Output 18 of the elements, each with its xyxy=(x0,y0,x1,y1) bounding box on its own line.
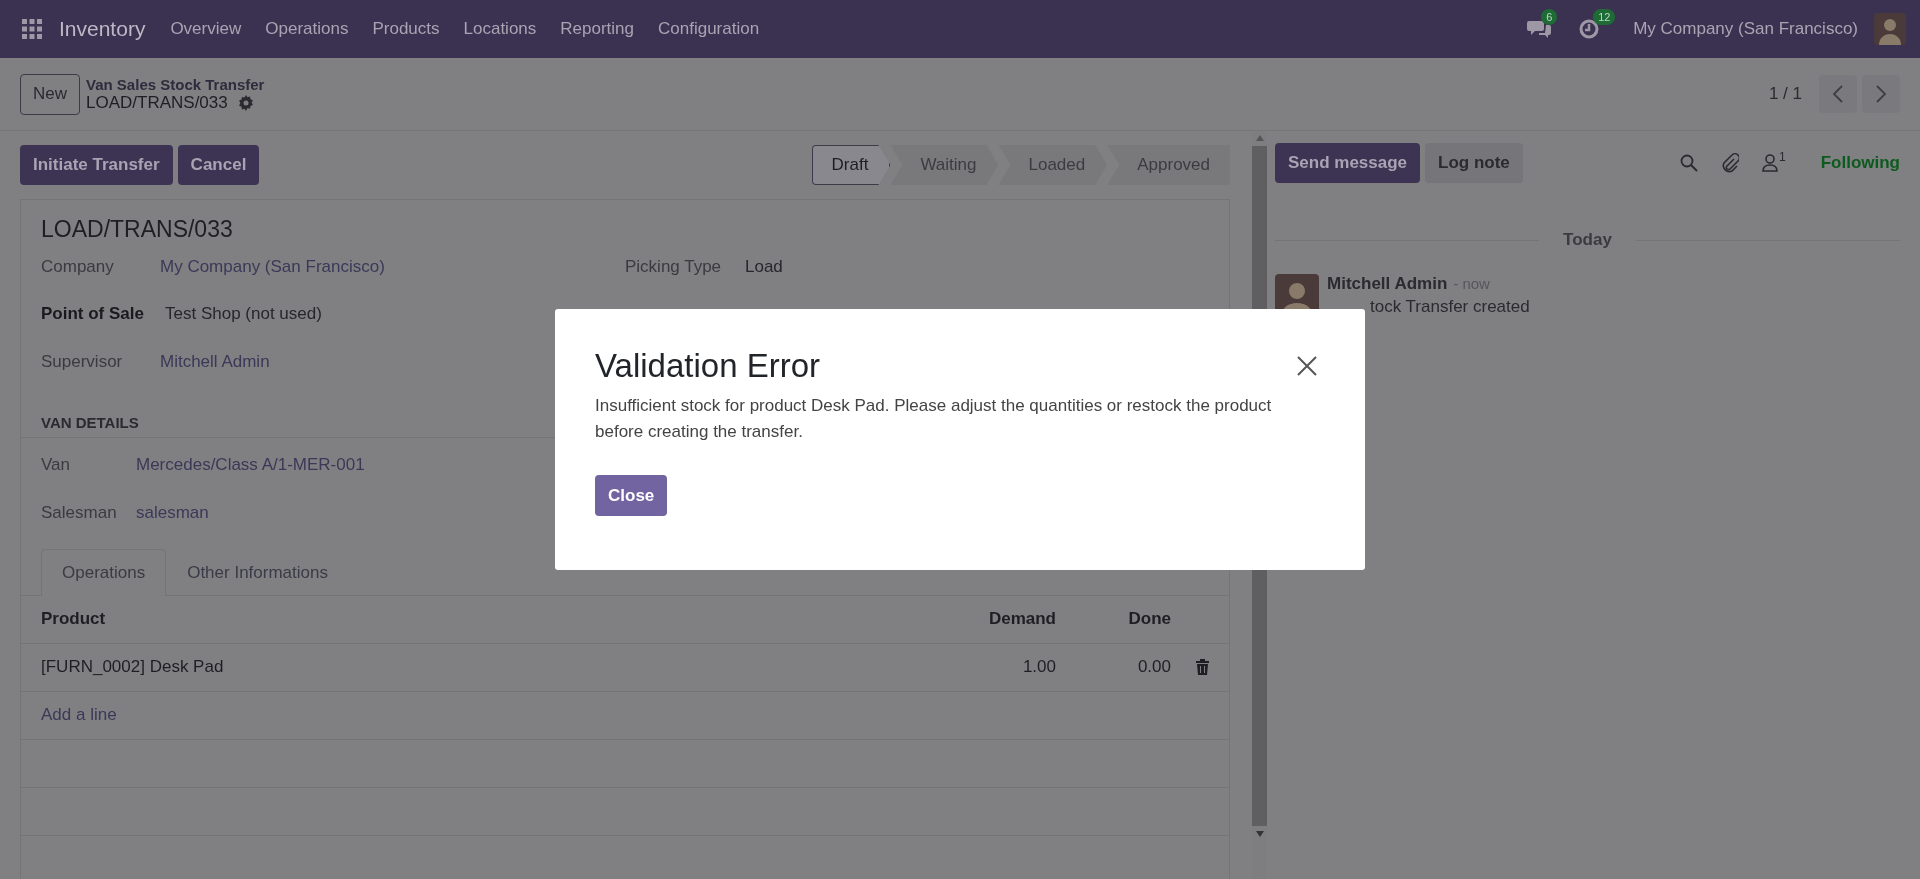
field-label: Point of Sale xyxy=(41,304,145,325)
message-count-badge: 6 xyxy=(1541,9,1558,25)
table-cell-text: 1.00 xyxy=(1021,657,1056,677)
message-text: tock Transfer created xyxy=(1370,297,1530,317)
table-cell-text: [FURN_0002] Desk Pad xyxy=(41,657,225,677)
dialog-title: Validation Error xyxy=(595,347,820,385)
field-label: Picking Type xyxy=(625,256,723,277)
table-cell-text: 0.00 xyxy=(1136,657,1171,677)
field-label: Supervisor xyxy=(41,351,124,372)
field-label: Salesman xyxy=(41,502,118,523)
pager-value: 1 / 1 xyxy=(1768,84,1802,104)
date-divider: Today xyxy=(1563,230,1612,250)
follower-count: 1 xyxy=(1779,150,1786,164)
record-name: LOAD/TRANS/033 xyxy=(86,92,228,113)
activity-count-badge: 12 xyxy=(1593,9,1616,25)
field-label: Van xyxy=(41,455,71,476)
field-label: Company xyxy=(41,256,115,277)
record-title: LOAD/TRANS/033 xyxy=(40,216,234,243)
